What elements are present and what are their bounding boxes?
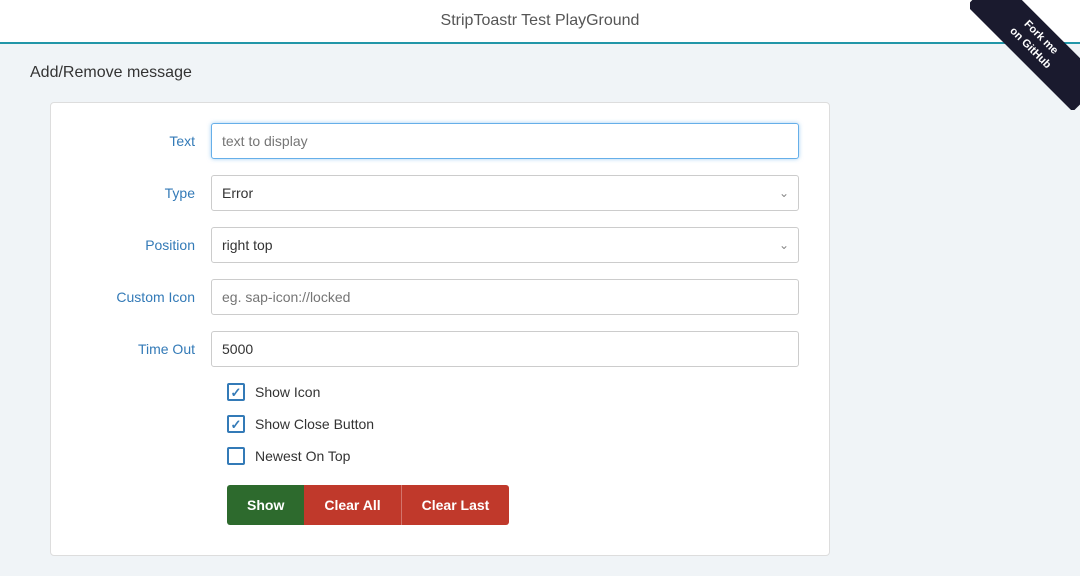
show-close-checkmark: ✓ [231, 418, 242, 431]
clear-last-button[interactable]: Clear Last [401, 485, 510, 525]
newest-on-top-row: Newest On Top [227, 447, 799, 465]
show-icon-checkbox[interactable]: ✓ [227, 383, 245, 401]
position-row: Position right top right bottom left top… [81, 227, 799, 263]
show-icon-row: ✓ Show Icon [227, 383, 799, 401]
timeout-input[interactable] [211, 331, 799, 367]
fork-ribbon-label: Fork meon GitHub [970, 0, 1080, 110]
position-select-wrapper: right top right bottom left top left bot… [211, 227, 799, 263]
newest-on-top-label: Newest On Top [255, 448, 350, 464]
custom-icon-input[interactable] [211, 279, 799, 315]
timeout-row: Time Out [81, 331, 799, 367]
show-icon-label: Show Icon [255, 384, 320, 400]
custom-icon-label: Custom Icon [81, 289, 211, 305]
timeout-label: Time Out [81, 341, 211, 357]
text-row: Text [81, 123, 799, 159]
main-content: Add/Remove message Text Type Error Warni… [0, 44, 1080, 576]
clear-all-button[interactable]: Clear All [304, 485, 400, 525]
newest-on-top-checkbox[interactable] [227, 447, 245, 465]
show-icon-checkmark: ✓ [231, 386, 242, 399]
form-area: Text Type Error Warning Success Info ⌄ P… [50, 102, 830, 556]
page-title: StripToastr Test PlayGround [441, 12, 640, 29]
section-title: Add/Remove message [30, 64, 1050, 82]
top-bar: StripToastr Test PlayGround [0, 0, 1080, 44]
custom-icon-row: Custom Icon [81, 279, 799, 315]
type-select[interactable]: Error Warning Success Info [211, 175, 799, 211]
type-select-wrapper: Error Warning Success Info ⌄ [211, 175, 799, 211]
type-label: Type [81, 185, 211, 201]
text-label: Text [81, 133, 211, 149]
show-close-label: Show Close Button [255, 416, 374, 432]
type-row: Type Error Warning Success Info ⌄ [81, 175, 799, 211]
show-close-row: ✓ Show Close Button [227, 415, 799, 433]
show-button[interactable]: Show [227, 485, 304, 525]
position-label: Position [81, 237, 211, 253]
buttons-row: Show Clear All Clear Last [227, 485, 799, 525]
show-close-checkbox[interactable]: ✓ [227, 415, 245, 433]
fork-ribbon[interactable]: Fork meon GitHub [970, 0, 1080, 110]
text-input[interactable] [211, 123, 799, 159]
position-select[interactable]: right top right bottom left top left bot… [211, 227, 799, 263]
